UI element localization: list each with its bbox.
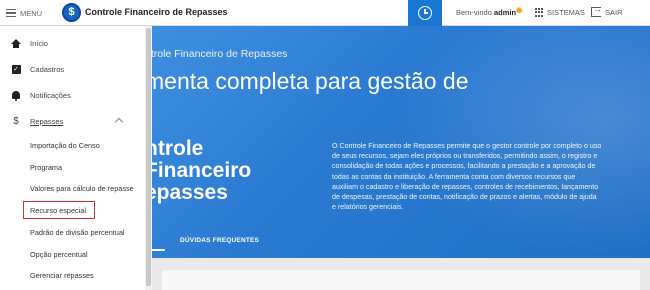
welcome-prefix: Bem-vindo [456, 8, 492, 17]
sidebar-item-label: Repasses [30, 116, 64, 126]
sidebar-item-repasses[interactable]: $ Repasses [0, 110, 145, 132]
systems-button[interactable]: SISTEMAS [547, 8, 585, 17]
menu-button[interactable]: MENU [6, 6, 42, 20]
hero-banner: ntrole Financeiro de Repasses menta comp… [145, 26, 650, 258]
hero-title: menta completa para gestão de [145, 68, 469, 94]
clock-button[interactable] [408, 0, 442, 26]
sidebar-item-notificacoes[interactable]: Notificações [0, 84, 145, 106]
home-icon [11, 38, 21, 48]
sidebar: Início ✓ Cadastros Notificações $ Repass… [0, 26, 145, 290]
hero-description: O Controle Financeiro de Repasses permit… [332, 142, 602, 212]
submenu-item[interactable]: Programa [30, 163, 62, 172]
scrollbar-thumb[interactable] [146, 28, 151, 286]
chevron-up-icon[interactable] [114, 117, 124, 127]
top-bar: MENU $ Controle Financeiro de Repasses B… [0, 0, 650, 26]
submenu-item[interactable]: Importação do Censo [30, 141, 100, 150]
checkbox-icon: ✓ [11, 64, 21, 74]
dollar-icon: $ [13, 115, 19, 127]
hero-heading-line1: ntrole Financeiro [145, 137, 252, 182]
submenu-item[interactable]: Gerenciar repasses [30, 271, 94, 280]
dollar-logo-icon: $ [62, 3, 81, 22]
sidebar-item-label: Notificações [30, 90, 71, 100]
hero-subtitle: ntrole Financeiro de Repasses [145, 48, 288, 60]
logout-button[interactable]: SAIR [605, 8, 623, 17]
hero-heading-line2: epasses [145, 181, 228, 204]
submenu-item[interactable]: Opção percentual [30, 250, 88, 259]
tab-faq[interactable]: DÚVIDAS FREQUENTES [180, 237, 259, 244]
bell-icon [11, 90, 21, 101]
content-card [162, 270, 640, 290]
hero-heading: ntrole Financeiro epasses [145, 138, 315, 204]
grid-icon[interactable] [535, 8, 544, 17]
clock-icon [418, 6, 432, 20]
submenu-item[interactable]: Valores para cálculo de repasse [30, 184, 134, 193]
hamburger-icon [6, 9, 16, 17]
app-title[interactable]: Controle Financeiro de Repasses [85, 7, 228, 17]
user-name: admin [493, 8, 517, 17]
exit-icon[interactable] [591, 4, 602, 17]
menu-label: MENU [20, 8, 43, 18]
sidebar-item-inicio[interactable]: Início [0, 32, 145, 54]
sun-icon[interactable]: ✹ [515, 6, 523, 18]
submenu-item[interactable]: Padrão de divisão percentual [30, 228, 125, 237]
sidebar-item-label: Cadastros [30, 64, 65, 74]
sidebar-item-label: Início [30, 38, 48, 48]
highlight-box [23, 201, 95, 219]
sidebar-item-cadastros[interactable]: ✓ Cadastros [0, 58, 145, 80]
welcome-text: Bem-vindo admin [456, 8, 516, 17]
